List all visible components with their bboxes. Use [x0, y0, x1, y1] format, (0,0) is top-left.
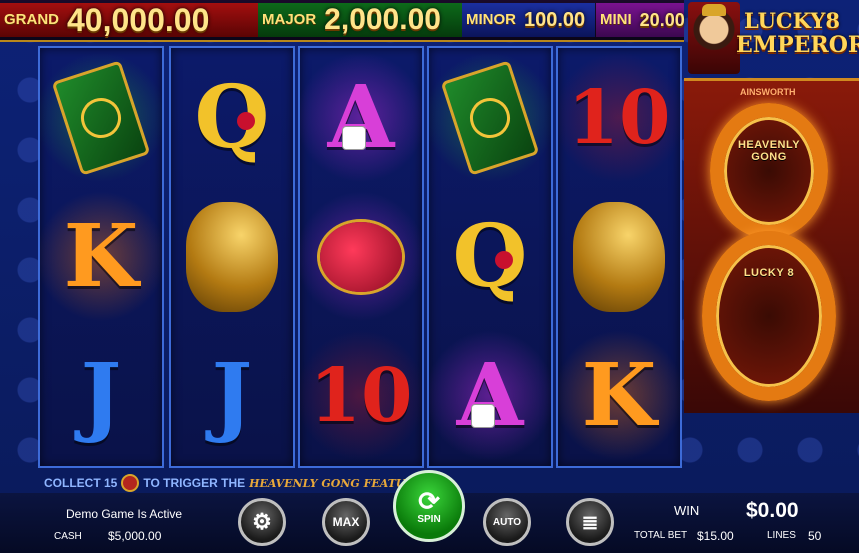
jackpot-major: MAJOR 2,000.00	[258, 3, 463, 37]
lucky-8-label: LUCKY 8	[743, 267, 795, 279]
feature-middle: TO TRIGGER THE	[143, 476, 246, 490]
autoplay-button[interactable]: AUTO	[483, 498, 531, 546]
heavenly-gong-label: HEAVENLY GONG	[737, 139, 801, 163]
golden-dragon-icon	[186, 201, 278, 312]
spin-label: SPIN	[417, 513, 441, 525]
auto-label: AUTO	[492, 516, 522, 528]
jackpot-minor: MINOR 100.00	[462, 3, 595, 37]
gong-coin-icon	[121, 474, 140, 492]
dice-icon	[471, 404, 495, 428]
jackpot-mini-value: 20.00	[639, 9, 685, 30]
spin-arrow-icon: ⟳	[418, 485, 440, 516]
max-label: MAX	[332, 515, 360, 529]
feature-message: COLLECT 15 TO TRIGGER THE HEAVENLY GONG …	[44, 474, 423, 492]
symbol-letter: 10	[309, 352, 413, 439]
jackpot-grand: GRAND 40,000.00	[0, 1, 286, 38]
reel-3: A 10	[298, 46, 424, 468]
symbol-letter: Q	[194, 66, 270, 168]
reel-symbol: J	[171, 326, 293, 465]
rose-icon	[495, 251, 513, 269]
reel-symbol	[171, 187, 293, 326]
jackpot-major-label: MAJOR	[262, 11, 317, 28]
symbol-letter: J	[80, 344, 122, 446]
reel-symbol	[429, 48, 551, 187]
coin-stack-icon: ≣	[581, 511, 599, 534]
reel-symbol: K	[40, 187, 162, 326]
settings-button[interactable]: ⚙	[238, 498, 286, 546]
dice-icon	[342, 126, 366, 150]
lantern-icon	[320, 221, 402, 292]
emperor-portrait-icon	[688, 2, 740, 74]
reel-symbol: Q	[171, 48, 293, 187]
bet-select-button[interactable]: ≣	[566, 498, 614, 546]
logo-title-line1: LUCKY8	[744, 8, 840, 33]
lines-label: LINES	[767, 530, 796, 541]
demo-status: Demo Game Is Active	[66, 507, 183, 521]
reel-symbol	[40, 48, 162, 187]
heavenly-gong-panel: AINSWORTH HEAVENLY GONG LUCKY 8	[684, 78, 859, 413]
reel-symbol	[300, 187, 422, 326]
jackpot-minor-value: 100.00	[524, 8, 586, 31]
spin-button[interactable]: ⟳ SPIN	[393, 470, 465, 542]
gong-ring-bottom: LUCKY 8	[702, 231, 836, 401]
cash-value: $5,000.00	[108, 529, 162, 543]
lines-value: 50	[808, 529, 822, 543]
jackpot-minor-label: MINOR	[466, 11, 516, 28]
symbol-letter: J	[211, 344, 253, 446]
reel-2: Q J	[169, 46, 295, 468]
symbol-letter: K	[63, 205, 139, 307]
symbol-letter: 10	[567, 74, 671, 161]
reel-5: 10 K	[556, 46, 682, 468]
gear-icon: ⚙	[252, 509, 272, 534]
reel-symbol: A	[429, 326, 551, 465]
win-label: WIN	[674, 503, 700, 518]
reel-1: K J	[38, 46, 164, 468]
reel-symbol	[558, 187, 680, 326]
gong-ring-top: HEAVENLY GONG	[710, 103, 828, 239]
brand-label: AINSWORTH	[740, 87, 796, 97]
reel-symbol: K	[558, 326, 680, 465]
jackpot-major-value: 2,000.00	[324, 3, 441, 36]
symbol-letter: K	[581, 344, 657, 446]
jackpot-grand-value: 40,000.00	[67, 1, 210, 38]
jade-book-icon	[440, 59, 540, 176]
rose-icon	[237, 112, 255, 130]
logo-title-line2: EMPEROR	[736, 32, 859, 58]
reel-symbol: 10	[558, 48, 680, 187]
jackpot-bar: GRAND 40,000.00 MAJOR 2,000.00 MINOR 100…	[0, 0, 685, 42]
reel-4: Q A	[427, 46, 553, 468]
max-bet-button[interactable]: MAX	[322, 498, 370, 546]
reel-symbol: A	[300, 48, 422, 187]
jackpot-mini-label: MINI	[600, 11, 632, 28]
symbol-letter: Q	[452, 205, 528, 307]
golden-dragon-icon	[573, 201, 665, 312]
jade-book-icon	[51, 59, 151, 176]
reel-symbol: J	[40, 326, 162, 465]
jackpot-grand-label: GRAND	[4, 11, 59, 28]
win-value: $0.00	[746, 499, 799, 522]
game-logo: LUCKY8 EMPEROR	[684, 0, 859, 80]
total-bet-value: $15.00	[697, 529, 734, 543]
feature-prefix: COLLECT 15	[44, 476, 118, 490]
jackpot-mini: MINI 20.00	[596, 3, 685, 37]
reel-symbol: Q	[429, 187, 551, 326]
reel-symbol: 10	[300, 326, 422, 465]
cash-label: CASH	[54, 531, 82, 542]
total-bet-label: TOTAL BET	[634, 530, 688, 541]
